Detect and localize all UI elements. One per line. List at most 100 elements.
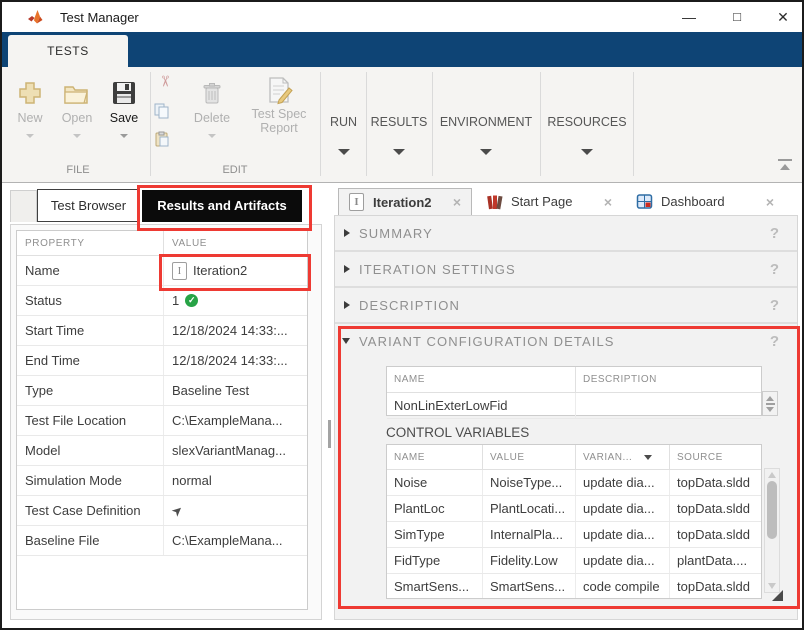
property-name: Type	[17, 376, 163, 405]
close-tab-icon[interactable]: ×	[453, 194, 461, 210]
scrollbar-thumb[interactable]	[767, 481, 777, 539]
property-name: Simulation Mode	[17, 466, 163, 495]
table-row[interactable]: Simulation Mode normal	[17, 466, 307, 496]
copy-icon[interactable]	[154, 103, 172, 121]
row-spinner[interactable]	[762, 391, 778, 416]
panel-splitter-handle[interactable]	[328, 420, 331, 448]
report-icon	[265, 76, 293, 106]
value-column-header[interactable]: VALUE	[163, 231, 307, 255]
table-row[interactable]: Start Time 12/18/2024 14:33:...	[17, 316, 307, 346]
variant-column-header[interactable]: VARIAN...	[575, 445, 669, 469]
close-button[interactable]: ✕	[760, 2, 804, 32]
section-description[interactable]: DESCRIPTION ?	[335, 288, 797, 324]
table-row[interactable]: Type Baseline Test	[17, 376, 307, 406]
cv-value: SmartSens...	[482, 574, 575, 599]
tab-test-browser[interactable]: Test Browser	[37, 189, 140, 222]
property-name: Test File Location	[17, 406, 163, 435]
property-value: normal	[163, 466, 307, 495]
description-column-header[interactable]: DESCRIPTION	[575, 367, 761, 392]
titlebar: Test Manager — □ ✕	[2, 2, 802, 33]
delete-button[interactable]: Delete	[184, 76, 240, 138]
cv-variant: update dia...	[575, 496, 669, 521]
open-button[interactable]: Open	[56, 76, 98, 138]
scroll-up-icon[interactable]	[768, 472, 776, 478]
table-row[interactable]: Model slexVariantManag...	[17, 436, 307, 466]
new-button[interactable]: New	[10, 76, 50, 138]
paste-icon[interactable]	[154, 131, 172, 149]
doc-tab-start-page[interactable]: Start Page ×	[476, 188, 622, 215]
table-row[interactable]: Test File Location C:\ExampleMana...	[17, 406, 307, 436]
goto-test-case-icon[interactable]: ➤	[168, 501, 187, 520]
cv-value: PlantLocati...	[482, 496, 575, 521]
table-row[interactable]: PlantLoc PlantLocati... update dia... to…	[387, 496, 761, 522]
tab-results-and-artifacts[interactable]: Results and Artifacts	[142, 190, 302, 222]
delete-icon	[202, 76, 222, 106]
source-column-header[interactable]: SOURCE	[669, 445, 761, 469]
close-tab-icon[interactable]: ×	[766, 194, 774, 210]
section-variant-configuration-details[interactable]: VARIANT CONFIGURATION DETAILS ?	[335, 324, 797, 358]
name-column-header[interactable]: NAME	[387, 367, 575, 392]
property-table-header: PROPERTY VALUE	[17, 231, 307, 256]
help-icon[interactable]: ?	[770, 333, 779, 350]
environment-group-button[interactable]: ENVIRONMENT	[433, 67, 539, 178]
table-row[interactable]: Baseline File C:\ExampleMana...	[17, 526, 307, 556]
close-tab-icon[interactable]: ×	[604, 194, 612, 210]
resources-group-button[interactable]: RESOURCES	[541, 67, 633, 178]
results-group-button[interactable]: RESULTS	[367, 67, 431, 178]
group-separator	[150, 72, 151, 176]
cut-icon[interactable]: ✂	[156, 75, 174, 93]
spin-up-icon[interactable]	[766, 396, 774, 401]
control-table-scrollbar[interactable]	[764, 468, 780, 593]
help-icon[interactable]: ?	[770, 261, 779, 278]
section-iteration-settings[interactable]: ITERATION SETTINGS ?	[335, 252, 797, 288]
window-title: Test Manager	[60, 10, 139, 25]
resources-dropdown-icon	[581, 149, 593, 155]
file-group-label: FILE	[10, 164, 146, 176]
property-column-header[interactable]: PROPERTY	[17, 231, 163, 255]
spin-down-icon[interactable]	[766, 407, 774, 412]
test-spec-report-button[interactable]: Test Spec Report	[246, 76, 312, 135]
save-dropdown-icon[interactable]	[120, 134, 128, 138]
help-icon[interactable]: ?	[770, 297, 779, 314]
run-group-button[interactable]: RUN	[321, 67, 366, 178]
value-column-header[interactable]: VALUE	[482, 445, 575, 469]
doc-tab-iteration2[interactable]: I Iteration2 ×	[338, 188, 472, 215]
table-row[interactable]: FidType Fidelity.Low update dia... plant…	[387, 548, 761, 574]
sort-descending-icon[interactable]	[644, 455, 652, 460]
cv-variant: code compile	[575, 574, 669, 599]
table-row[interactable]: SimType InternalPla... update dia... top…	[387, 522, 761, 548]
new-dropdown-icon[interactable]	[26, 134, 34, 138]
property-table: PROPERTY VALUE Name IIteration2 Status 1…	[16, 230, 308, 610]
help-icon[interactable]: ?	[770, 225, 779, 242]
test-manager-window: Test Manager — □ ✕ TESTS New Open	[0, 0, 804, 630]
table-row[interactable]: Status 1✓	[17, 286, 307, 316]
save-button[interactable]: Save	[102, 76, 146, 138]
results-label: RESULTS	[367, 115, 431, 129]
scroll-down-icon[interactable]	[768, 583, 776, 589]
left-tab-stub	[10, 190, 37, 222]
save-label: Save	[110, 111, 139, 125]
table-row[interactable]: SmartSens... SmartSens... code compile t…	[387, 574, 761, 599]
table-row[interactable]: Test Case Definition ➤	[17, 496, 307, 526]
maximize-button[interactable]: □	[714, 2, 760, 32]
delete-dropdown-icon[interactable]	[208, 134, 216, 138]
table-resize-grip[interactable]	[772, 590, 783, 601]
property-name: Status	[17, 286, 163, 315]
new-icon	[17, 76, 43, 106]
minimize-button[interactable]: —	[666, 2, 712, 32]
control-table-header: NAME VALUE VARIAN... SOURCE	[387, 445, 761, 470]
iteration-icon: I	[349, 193, 364, 211]
doc-tab-label: Dashboard	[661, 194, 725, 209]
tab-tests[interactable]: TESTS	[8, 35, 128, 67]
collapse-ribbon-icon[interactable]	[778, 159, 792, 172]
table-row[interactable]: End Time 12/18/2024 14:33:...	[17, 346, 307, 376]
doc-tab-dashboard[interactable]: Dashboard ×	[626, 188, 784, 215]
table-row[interactable]: NonLinExterLowFid	[387, 393, 761, 419]
property-value: Baseline Test	[163, 376, 307, 405]
name-column-header[interactable]: NAME	[387, 445, 482, 469]
cv-value: Fidelity.Low	[482, 548, 575, 573]
section-summary[interactable]: SUMMARY ?	[335, 216, 797, 252]
table-row[interactable]: Name IIteration2	[17, 256, 307, 286]
table-row[interactable]: Noise NoiseType... update dia... topData…	[387, 470, 761, 496]
open-dropdown-icon[interactable]	[73, 134, 81, 138]
